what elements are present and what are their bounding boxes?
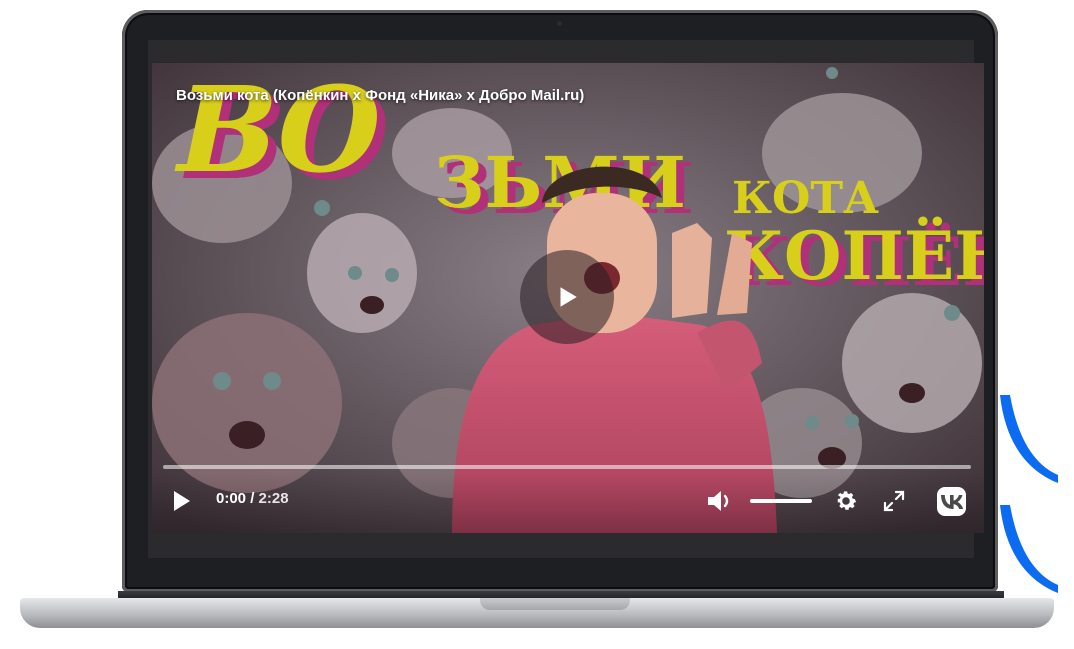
poster-word-kopenkin: КОПЁНКИН	[724, 217, 984, 295]
play-icon	[560, 287, 577, 307]
play-button[interactable]	[520, 250, 614, 344]
volume-button[interactable]	[705, 487, 735, 515]
play-icon	[174, 491, 190, 511]
time-display: 0:00 / 2:28	[216, 490, 289, 507]
poster-text-big: ВО	[163, 63, 395, 200]
webcam	[557, 21, 562, 26]
video-player[interactable]: ВО ВО ЗЬМИ ЗЬМИ КОТА КОПЁНКИН КОПЁНКИН В…	[152, 63, 984, 533]
current-time: 0:00	[216, 490, 247, 507]
time-separator: /	[246, 490, 259, 507]
laptop-opening-notch	[480, 598, 630, 610]
video-title[interactable]: Возьми кота (Копёнкин х Фонд «Ника» х До…	[176, 87, 584, 104]
fullscreen-icon	[883, 490, 905, 512]
volume-icon	[708, 491, 729, 511]
duration: 2:28	[258, 490, 289, 507]
gear-icon	[837, 491, 857, 510]
vk-logo-icon	[940, 494, 963, 509]
volume-slider[interactable]	[750, 499, 812, 503]
progress-bar[interactable]	[163, 465, 971, 469]
settings-button[interactable]	[832, 487, 860, 515]
player-controls: 0:00 / 2:28	[152, 473, 984, 533]
blue-swoosh-decoration	[1000, 505, 1058, 593]
fullscreen-button[interactable]	[881, 489, 907, 513]
play-pause-button[interactable]	[170, 489, 194, 513]
vk-logo-button[interactable]	[937, 487, 966, 516]
blue-swoosh-decoration	[1000, 395, 1058, 483]
